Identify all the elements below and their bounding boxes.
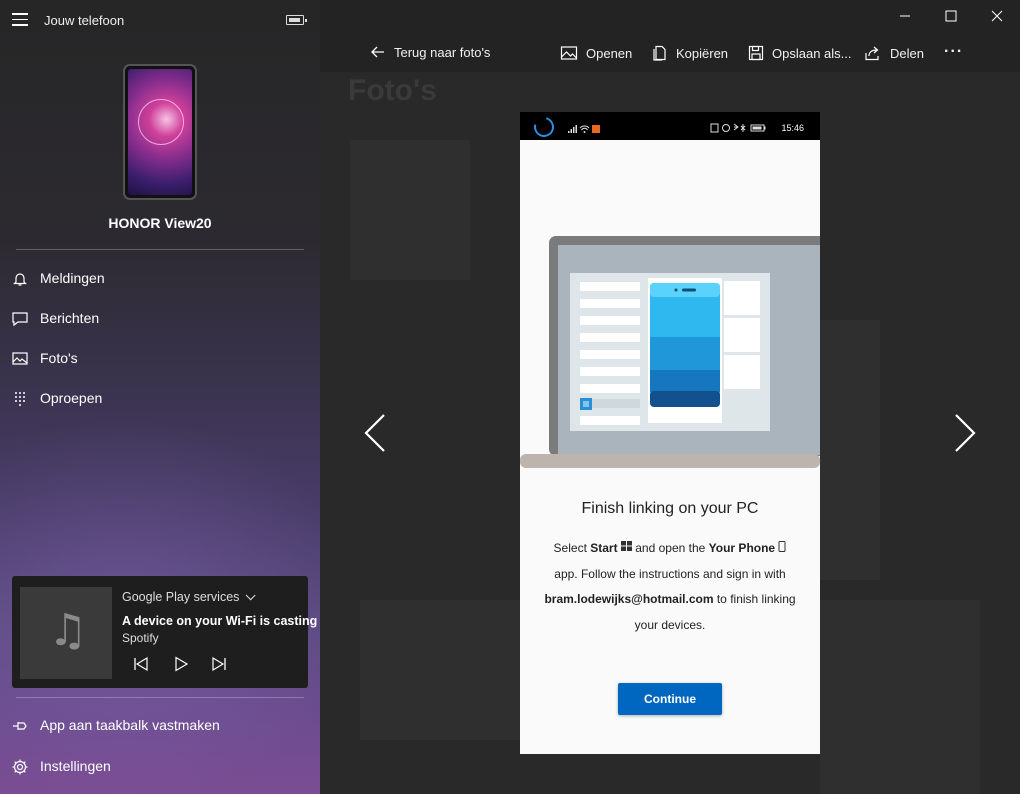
background-panel (360, 600, 540, 740)
background-panel (820, 320, 880, 580)
background-thumbnail (350, 140, 470, 280)
finish-linking-heading: Finish linking on your PC (581, 500, 759, 517)
instruction-your-phone-bold: Your Phone (708, 541, 776, 555)
pin-to-taskbar-button[interactable]: App aan taakbalk vastmaken (0, 706, 320, 746)
minimize-icon[interactable] (882, 0, 928, 32)
instruction-text: app. Follow the instructions and sign in… (554, 566, 786, 581)
maximize-icon[interactable] (928, 0, 974, 32)
device-wallpaper (128, 69, 192, 195)
photo-viewer: Foto's Terug naar foto's Openen Kopiëren… (320, 0, 1020, 794)
device-name: HONOR View20 (108, 215, 212, 231)
app-title: Jouw telefoon (44, 13, 125, 28)
instruction-start-bold: Start (590, 541, 618, 555)
more-options-button[interactable]: ... (944, 36, 963, 60)
previous-photo-arrow-icon[interactable] (360, 412, 390, 454)
share-icon (865, 46, 879, 61)
sidebar-item-label: Meldingen (40, 270, 105, 286)
pin-icon (13, 722, 27, 730)
settings-label: Instellingen (40, 758, 111, 774)
sidebar-divider (16, 697, 304, 698)
close-icon[interactable] (974, 0, 1020, 32)
status-icons (710, 123, 766, 133)
sidebar-item-label: Berichten (40, 310, 100, 326)
photo-screenshot: 15:46 Finish linking on your PC Select S… (520, 112, 820, 754)
open-label: Openen (586, 45, 633, 61)
instruction-text: and open the (631, 541, 709, 555)
bell-icon (13, 273, 27, 286)
previous-track-icon[interactable] (132, 656, 150, 672)
media-title: A device on your Wi-Fi is casting (122, 614, 318, 628)
save-as-button[interactable]: Opslaan als... (748, 41, 852, 65)
media-source-label: Google Play services (122, 590, 240, 604)
chevron-down-icon (246, 590, 256, 601)
save-as-label: Opslaan als... (772, 45, 852, 61)
sidebar: Jouw telefoon HONOR View20 Meldingen Ber… (0, 0, 320, 794)
battery-icon (286, 15, 307, 25)
play-icon[interactable] (172, 656, 190, 672)
sidebar-topbar: Jouw telefoon (0, 0, 320, 40)
status-time: 15:46 (781, 123, 804, 133)
sidebar-item-oproepen[interactable]: Oproepen (0, 379, 320, 419)
album-art: ♫ (20, 587, 112, 679)
laptop-phone-illustration (520, 236, 820, 468)
dialpad-icon (15, 392, 25, 406)
media-artist: Spotify (122, 631, 159, 645)
photos-icon (12, 352, 28, 365)
phone-status-bar: 15:46 (520, 112, 820, 141)
back-label: Terug naar foto's (394, 44, 491, 60)
copy-button[interactable]: Kopiëren (652, 41, 728, 65)
settings-button[interactable]: Instellingen (0, 747, 320, 787)
sidebar-item-meldingen[interactable]: Meldingen (0, 259, 320, 299)
sidebar-item-label: Oproepen (40, 390, 103, 406)
next-track-icon[interactable] (210, 656, 228, 672)
sidebar-item-label: Foto's (40, 350, 78, 366)
loading-spinner-icon (530, 113, 558, 141)
pin-to-taskbar-label: App aan taakbalk vastmaken (40, 717, 220, 733)
instruction-text: Select (553, 541, 591, 555)
next-photo-arrow-icon[interactable] (950, 412, 980, 454)
media-player-card: ♫ Google Play services A device on your … (12, 576, 317, 688)
arrow-left-icon (371, 46, 384, 58)
signal-wifi-icon (568, 125, 600, 133)
windows-logo-icon (620, 541, 632, 551)
finish-linking-instructions: Select Start and open the Your Phone app… (544, 536, 796, 638)
copy-label: Kopiëren (676, 45, 729, 61)
share-label: Delen (890, 45, 924, 61)
media-source-dropdown[interactable]: Google Play services (122, 590, 256, 604)
more-options-icon: ... (944, 39, 964, 56)
sidebar-item-berichten[interactable]: Berichten (0, 299, 320, 339)
background-page-title: Foto's (348, 74, 437, 107)
message-icon (12, 312, 28, 327)
open-image-icon (560, 46, 578, 60)
sidebar-item-fotos[interactable]: Foto's (0, 339, 320, 379)
music-note-icon: ♫ (48, 605, 88, 656)
back-to-photos-button[interactable]: Terug naar foto's (370, 40, 490, 64)
share-button[interactable]: Delen (864, 41, 924, 65)
device-image (123, 64, 197, 200)
sidebar-divider (16, 249, 304, 250)
hamburger-menu-icon[interactable] (12, 13, 28, 27)
phone-small-icon (778, 541, 786, 552)
instruction-email-bold: bram.lodewijks@hotmail.com (544, 592, 714, 606)
background-panel (820, 600, 980, 794)
continue-button[interactable]: Continue (618, 683, 722, 715)
gear-icon (12, 759, 28, 775)
save-icon (748, 45, 764, 61)
open-button[interactable]: Openen (560, 41, 632, 65)
copy-icon (653, 45, 666, 61)
